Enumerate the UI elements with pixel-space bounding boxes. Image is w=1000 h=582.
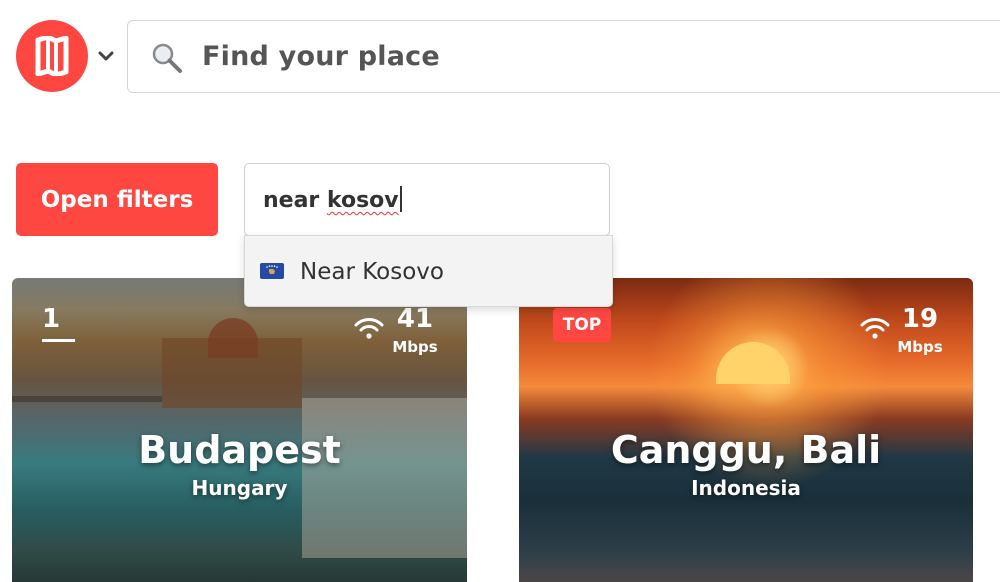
suggestion-item-near-kosovo[interactable]: Near Kosovo (244, 235, 613, 307)
city-card-canggu-bali[interactable]: TOP 19 Mbps Canggu, Bali Indonesia (519, 278, 973, 582)
search-icon (152, 43, 182, 73)
internet-speed-value: 19 (901, 304, 939, 334)
open-filters-button[interactable]: Open filters (16, 163, 218, 236)
search-placeholder: Find your place (202, 41, 440, 72)
internet-speed-value: 41 (396, 304, 434, 334)
internet-speed-unit: Mbps (897, 338, 943, 356)
sun-graphic (716, 342, 790, 384)
search-input[interactable]: Find your place (127, 20, 1000, 93)
country-name: Indonesia (691, 476, 801, 500)
wifi-icon (860, 318, 890, 339)
city-name: Budapest (138, 428, 341, 472)
logo-button[interactable] (16, 20, 88, 92)
kosovo-flag-icon (260, 263, 284, 279)
suggestion-label: Near Kosovo (300, 259, 444, 285)
rank-number: 1 (42, 304, 61, 334)
wifi-icon (354, 318, 384, 339)
location-filter-input[interactable]: near kosov (244, 163, 610, 236)
city-name: Canggu, Bali (610, 428, 882, 472)
city-card-budapest[interactable]: 1 41 Mbps Budapest Hungary (12, 278, 467, 582)
rank-underline (42, 339, 75, 342)
chevron-down-icon[interactable] (96, 46, 116, 66)
nomad-list-logo-icon (35, 36, 69, 76)
text-caret (399, 186, 402, 212)
country-name: Hungary (191, 476, 288, 500)
location-filter-value: near kosov (263, 186, 402, 215)
top-badge: TOP (553, 308, 611, 342)
misspelled-word: kosov (326, 188, 399, 213)
internet-speed-unit: Mbps (392, 338, 438, 356)
